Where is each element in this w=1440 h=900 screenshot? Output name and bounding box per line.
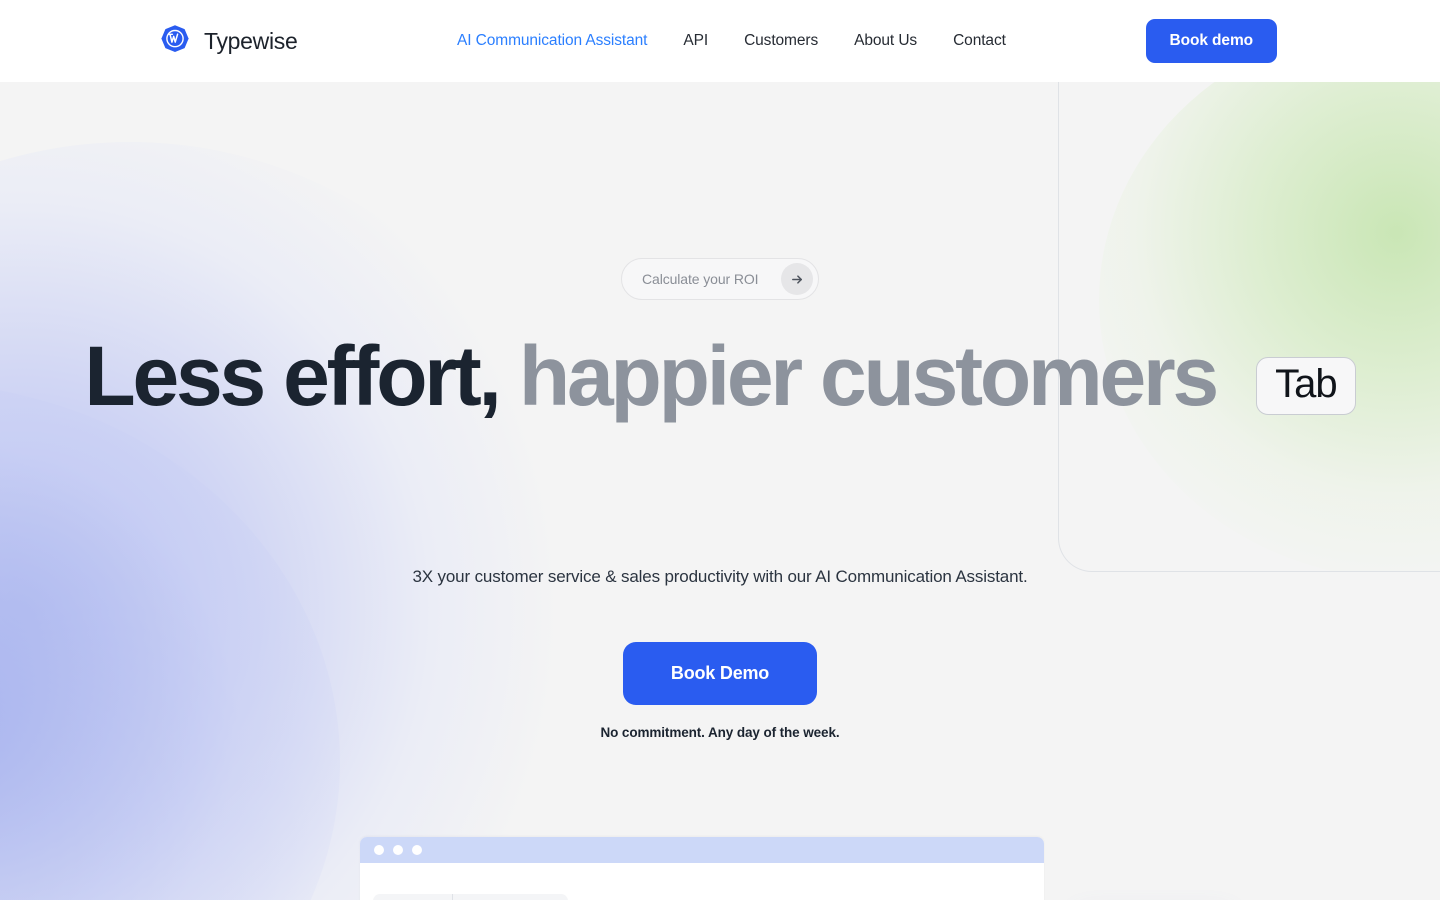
email-mockup-window: Subject Re: Typewise Hi visitor, bbox=[360, 837, 1044, 900]
arrow-right-icon[interactable] bbox=[781, 263, 813, 295]
primary-nav: AI Communication Assistant API Customers… bbox=[457, 32, 1006, 50]
email-subject-field[interactable]: Subject Re: Typewise bbox=[373, 894, 569, 900]
brand-logo[interactable]: Typewise bbox=[158, 24, 298, 58]
landing-page: Typewise AI Communication Assistant API … bbox=[0, 0, 1440, 900]
window-dot-minimize-icon bbox=[393, 845, 403, 855]
cta-note: No commitment. Any day of the week. bbox=[600, 725, 840, 740]
book-demo-primary-button[interactable]: Book Demo bbox=[622, 642, 818, 705]
book-demo-nav-button[interactable]: Book demo bbox=[1145, 19, 1277, 63]
typewise-logo-icon bbox=[161, 25, 189, 52]
hero-section: Calculate your ROI Less effort, happier … bbox=[0, 82, 1440, 900]
mockup-body: Subject Re: Typewise Hi visitor, bbox=[360, 863, 1044, 900]
tab-key-badge[interactable]: Tab bbox=[1256, 357, 1356, 415]
headline-strong-part: Less effort, bbox=[84, 329, 502, 423]
calculate-roi-pill[interactable]: Calculate your ROI bbox=[621, 258, 819, 300]
email-subject-value: Re: Typewise bbox=[453, 894, 568, 900]
hero-cta-block: Book Demo No commitment. Any day of the … bbox=[0, 560, 1440, 740]
mockup-titlebar bbox=[360, 837, 1044, 863]
nav-link-contact[interactable]: Contact bbox=[953, 32, 1006, 50]
calculate-roi-label: Calculate your ROI bbox=[642, 271, 759, 287]
hero-headline: Less effort, happier customers Tab bbox=[0, 334, 1440, 418]
nav-link-ai-communication-assistant[interactable]: AI Communication Assistant bbox=[457, 32, 647, 50]
right-rounded-panel bbox=[1058, 82, 1440, 572]
email-subject-label: Subject bbox=[373, 894, 453, 900]
window-dot-maximize-icon bbox=[412, 845, 422, 855]
top-navbar: Typewise AI Communication Assistant API … bbox=[0, 0, 1440, 82]
nav-link-about-us[interactable]: About Us bbox=[854, 32, 917, 50]
brand-name: Typewise bbox=[204, 27, 298, 54]
window-dot-close-icon bbox=[374, 845, 384, 855]
headline-muted-part: happier customers bbox=[518, 329, 1219, 423]
background-gradient-green bbox=[1099, 82, 1440, 571]
nav-link-customers[interactable]: Customers bbox=[744, 32, 818, 50]
nav-link-api[interactable]: API bbox=[683, 32, 708, 50]
background-gradient-left bbox=[0, 142, 580, 900]
